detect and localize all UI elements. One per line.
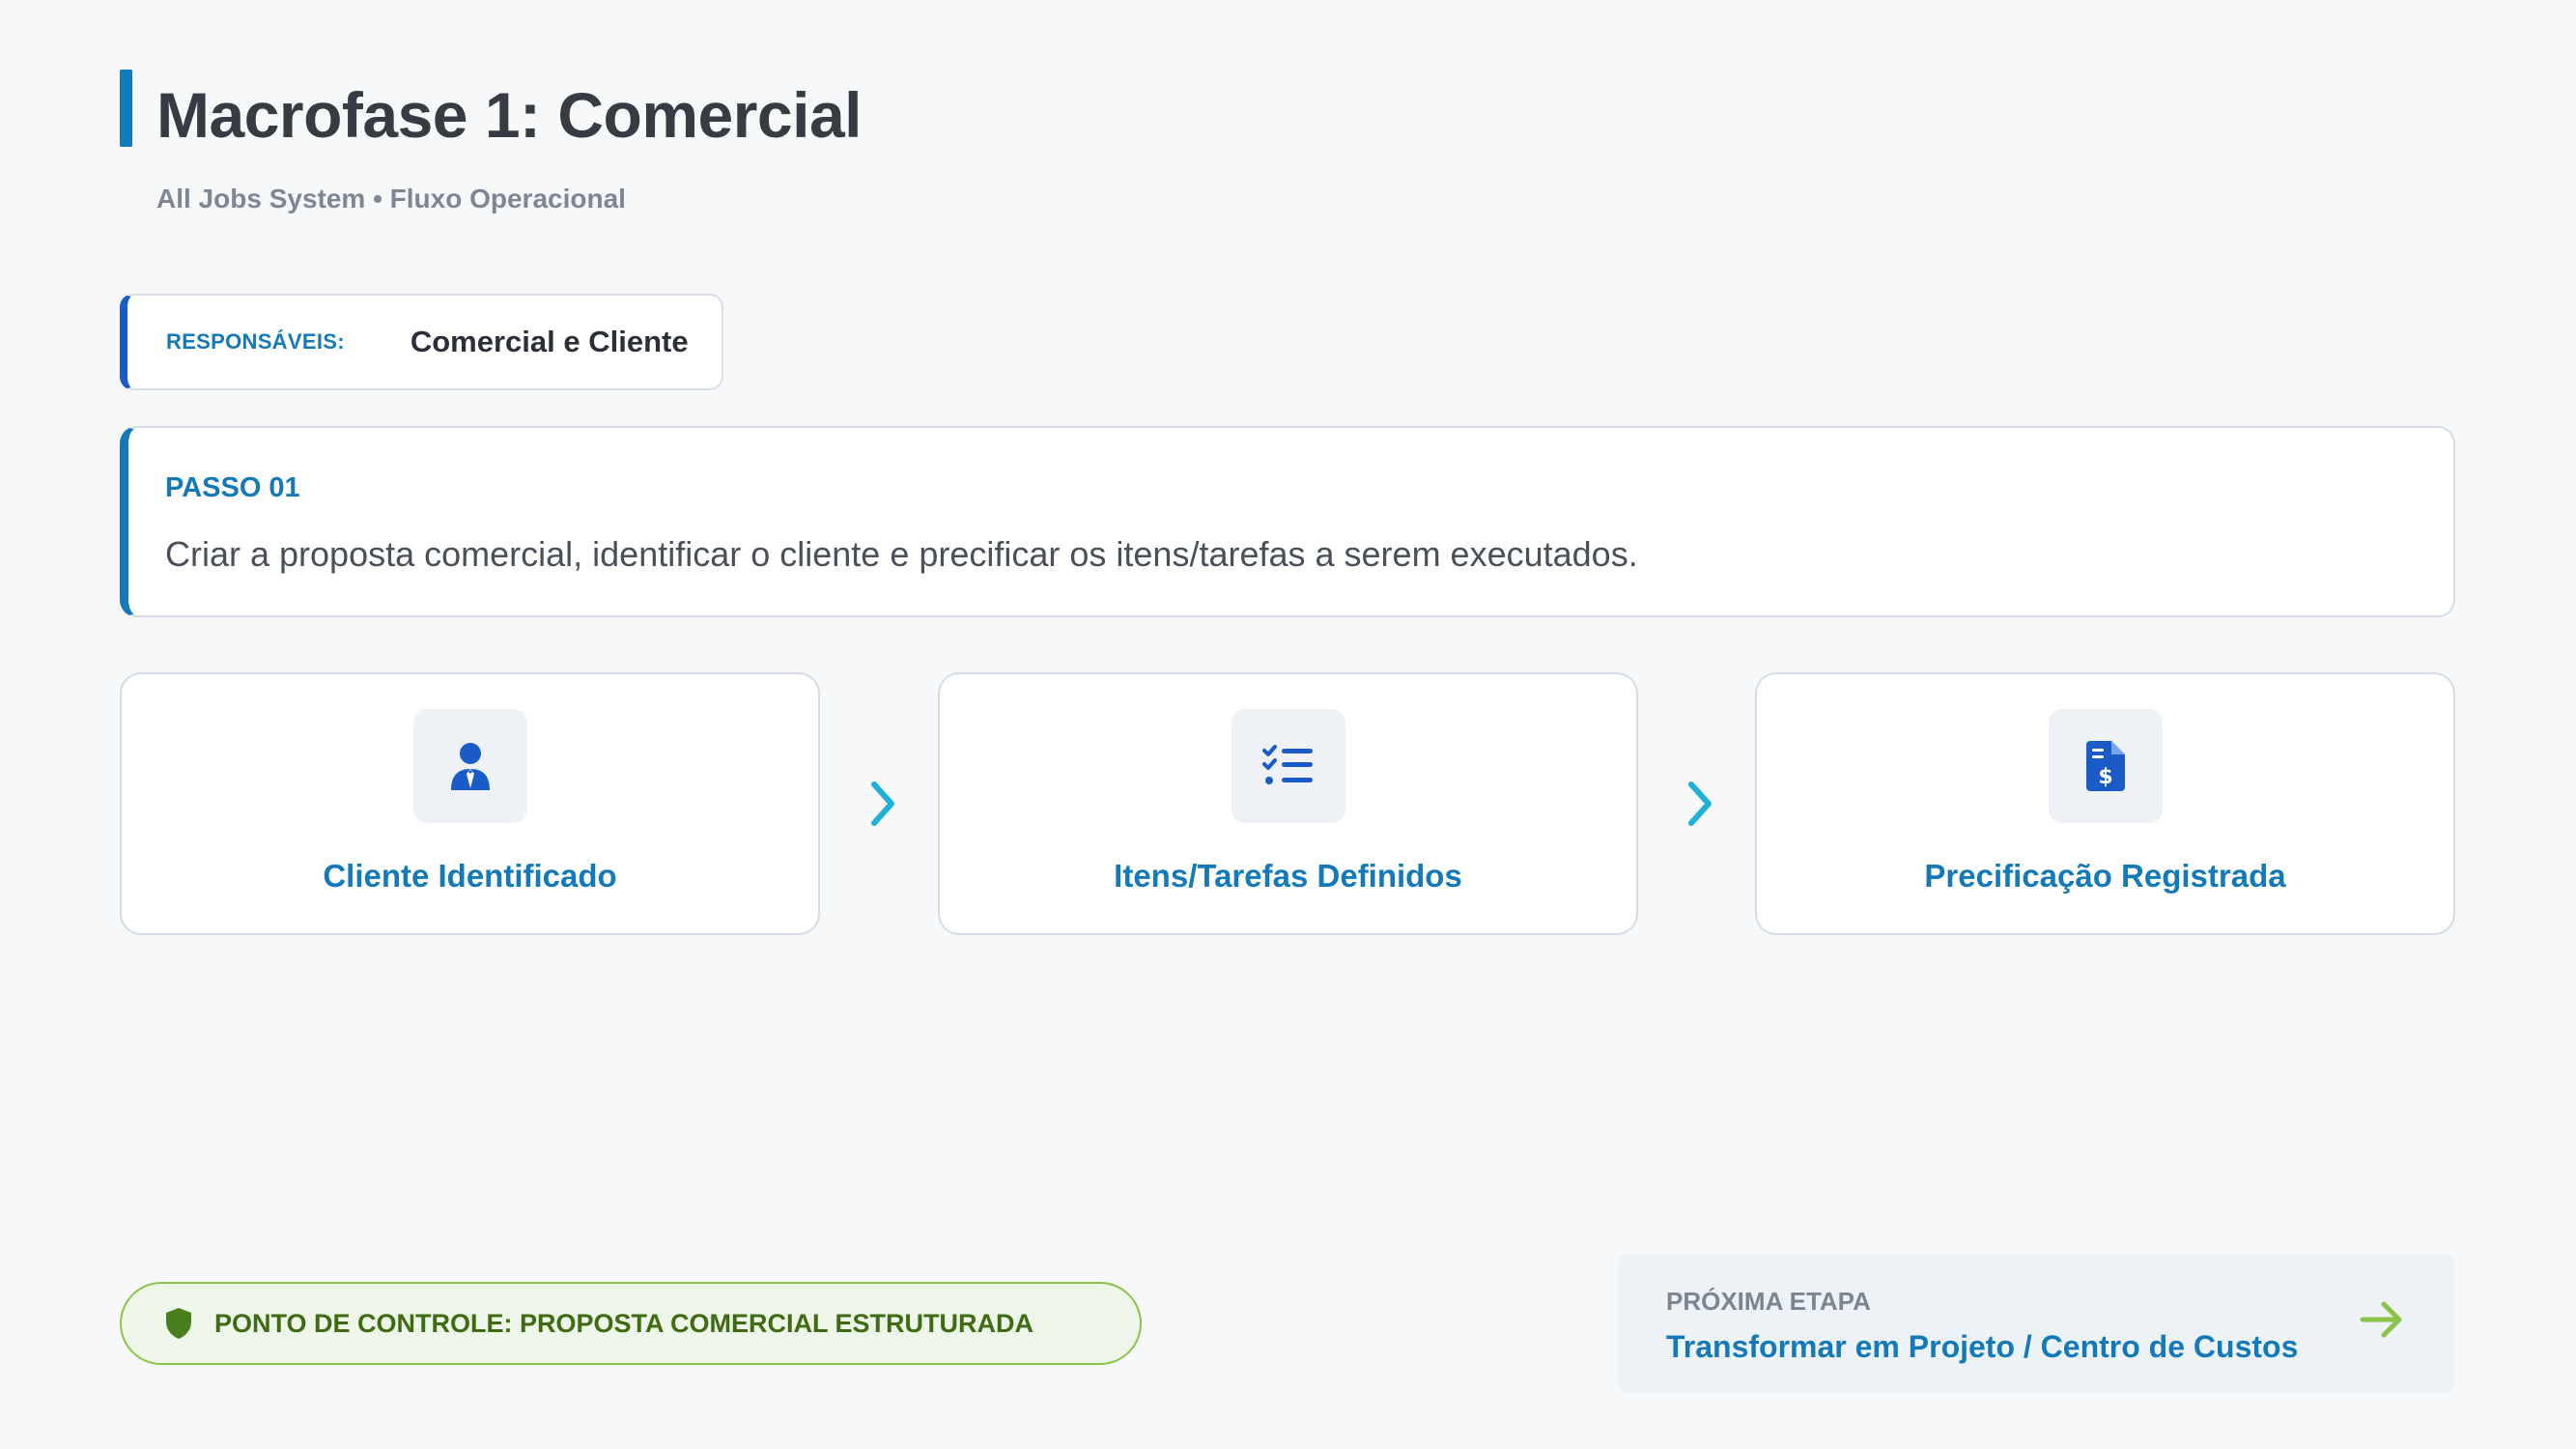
title-accent-bar xyxy=(120,70,132,147)
responsaveis-panel: RESPONSÁVEIS: Comercial e Cliente xyxy=(120,294,723,390)
chevron-right-icon xyxy=(1681,775,1719,833)
page-title: Macrofase 1: Comercial xyxy=(156,79,863,151)
chevron-right-icon xyxy=(863,775,902,833)
responsaveis-value: Comercial e Cliente xyxy=(410,325,689,358)
flow-card-itens: Itens/Tarefas Definidos xyxy=(938,672,1638,935)
next-step-value: Transformar em Projeto / Centro de Custo… xyxy=(1666,1329,2299,1364)
flow-card-label: Itens/Tarefas Definidos xyxy=(1114,858,1462,894)
step-label: PASSO 01 xyxy=(165,472,300,503)
step-description: Criar a proposta comercial, identificar … xyxy=(165,534,1638,574)
page-subtitle: All Jobs System • Fluxo Operacional xyxy=(156,184,626,213)
flow-card-precificacao: $ Precificação Registrada xyxy=(1755,672,2455,935)
flow-card-cliente: Cliente Identificado xyxy=(120,672,820,935)
flow-card-label: Cliente Identificado xyxy=(323,858,617,894)
responsaveis-label: RESPONSÁVEIS: xyxy=(166,329,345,354)
flow-card-label: Precificação Registrada xyxy=(1924,858,2286,894)
checklist-icon xyxy=(1231,709,1345,823)
next-step-panel[interactable]: PRÓXIMA ETAPA Transformar em Projeto / C… xyxy=(1618,1254,2455,1393)
step-card: PASSO 01 Criar a proposta comercial, ide… xyxy=(120,426,2455,617)
checkpoint-text: PONTO DE CONTROLE: PROPOSTA COMERCIAL ES… xyxy=(214,1308,1034,1338)
page: Macrofase 1: Comercial All Jobs System •… xyxy=(0,0,2576,1449)
next-step-label: PRÓXIMA ETAPA xyxy=(1666,1287,1871,1316)
arrow-right-icon[interactable] xyxy=(2359,1300,2405,1344)
shield-icon xyxy=(164,1307,193,1340)
svg-text:$: $ xyxy=(2098,765,2112,789)
invoice-dollar-icon: $ xyxy=(2048,709,2163,823)
user-tie-icon xyxy=(412,709,527,823)
checkpoint-badge: PONTO DE CONTROLE: PROPOSTA COMERCIAL ES… xyxy=(120,1282,1142,1365)
